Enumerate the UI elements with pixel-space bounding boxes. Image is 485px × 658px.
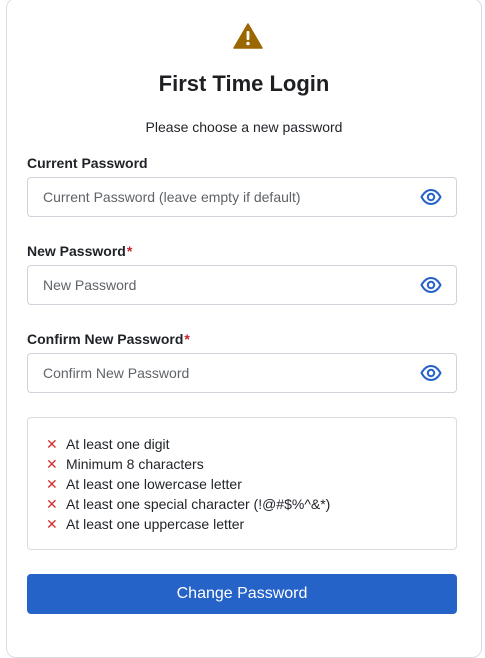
confirm-password-field (27, 353, 457, 393)
current-password-input[interactable] (28, 178, 408, 216)
confirm-password-label-text: Confirm New Password (27, 331, 184, 347)
requirement-item: ✕ At least one lowercase letter (46, 476, 242, 492)
confirm-password-input[interactable] (28, 354, 408, 392)
current-password-label: Current Password (27, 155, 148, 171)
required-asterisk: * (126, 243, 133, 259)
change-password-button[interactable]: Change Password (27, 574, 457, 614)
current-password-label-text: Current Password (27, 155, 148, 171)
requirement-item: ✕ At least one uppercase letter (46, 516, 245, 532)
page-subtitle: Please choose a new password (145, 119, 343, 135)
new-password-label-text: New Password (27, 243, 126, 259)
new-password-input[interactable] (28, 266, 408, 304)
warning-triangle-icon (233, 23, 263, 49)
new-password-field (27, 265, 457, 305)
required-asterisk: * (184, 331, 190, 347)
show-password-eye-icon[interactable] (420, 364, 442, 382)
cross-icon: ✕ (46, 436, 58, 452)
current-password-field (27, 177, 457, 217)
page-title: First Time Login (158, 71, 330, 96)
cross-icon: ✕ (46, 496, 58, 512)
new-password-label: New Password* (27, 243, 132, 259)
confirm-password-label: Confirm New Password* (27, 331, 190, 347)
cross-icon: ✕ (46, 516, 58, 532)
login-card: First Time Login Please choose a new pas… (6, 0, 482, 658)
cross-icon: ✕ (46, 476, 58, 492)
requirement-item: ✕ At least one digit (46, 436, 170, 452)
show-password-eye-icon[interactable] (420, 276, 442, 294)
cross-icon: ✕ (46, 456, 58, 472)
requirement-item: ✕ Minimum 8 characters (46, 456, 204, 472)
password-requirements-box: ✕ At least one digit ✕ Minimum 8 character… (27, 417, 457, 550)
requirement-item: ✕ At least one special character (!@#$%^&… (46, 496, 331, 512)
show-password-eye-icon[interactable] (420, 188, 442, 206)
